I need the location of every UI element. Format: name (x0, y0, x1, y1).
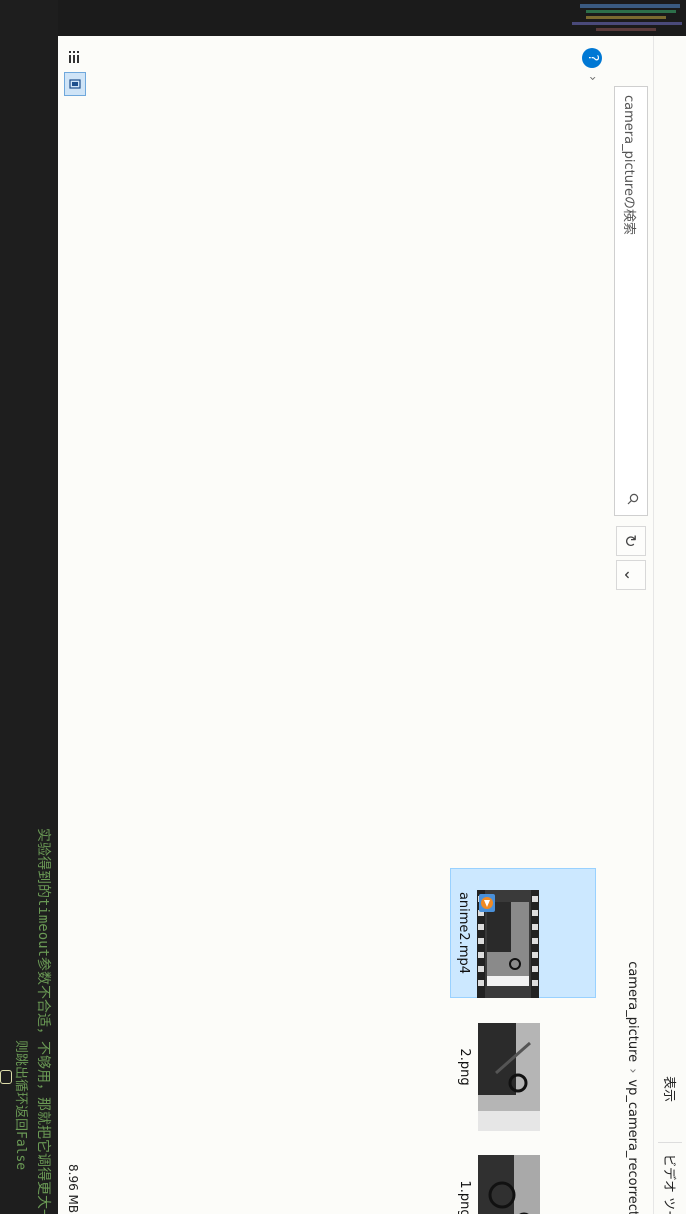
help-icon[interactable]: ? (582, 48, 602, 68)
tab-view[interactable]: 表示 (661, 1076, 680, 1102)
taskbar (0, 0, 686, 36)
selection-size: 8.96 MB (66, 1164, 80, 1214)
code-bracket-icon (0, 1070, 12, 1084)
address-row: ⌄ ↻ camera_pictureの検索 vp_camera_recorrec… (610, 36, 650, 1214)
file-item-anime2[interactable]: anime2.mp4 (450, 868, 596, 998)
ribbon: ビデオ ツール 表示 (653, 36, 686, 1214)
rotated-screen: ビデオ ツール 表示 ⌄ ↻ camera_pictureの検索 vp_came… (0, 0, 686, 1214)
file-name: 2.png (457, 1048, 472, 1086)
refresh-icon: ↻ (621, 534, 641, 548)
file-name: 1.png (457, 1180, 472, 1214)
taskbar-thumbnail-preview (572, 4, 682, 31)
search-icon (627, 493, 639, 505)
ribbon-divider (658, 1142, 682, 1143)
file-item-1-png[interactable]: 1.png (450, 1134, 596, 1214)
large-icons-view-button[interactable] (64, 72, 86, 96)
navigation-pane-edge: ? › (58, 36, 610, 88)
details-view-button[interactable] (64, 46, 84, 68)
file-item-2-png[interactable]: 2.png (450, 1002, 596, 1132)
file-name: anime2.mp4 (456, 891, 471, 975)
code-editor-panel: 实验得到的timeout参数不合适，不够用，那就把它调得更大一点 则跳出循环返回… (0, 0, 58, 1214)
image-thumbnail-icon (478, 1155, 540, 1214)
image-thumbnail-icon (478, 1023, 540, 1131)
search-box[interactable]: camera_pictureの検索 (614, 86, 648, 516)
breadcrumb-item-vp-camera-recorrect[interactable]: vp_camera_recorrect (625, 1079, 640, 1214)
details-view-icon (69, 51, 79, 63)
video-thumbnail-icon (477, 890, 539, 998)
code-comment-line: 实验得到的timeout参数不合适，不够用，那就把它调得更大一点 (35, 828, 51, 1214)
breadcrumb-item-camera-picture[interactable]: camera_picture (625, 961, 640, 1062)
breadcrumb-separator-icon: › (625, 1068, 640, 1074)
chevron-down-icon: ⌄ (621, 568, 641, 582)
expand-chevron-icon[interactable]: › (586, 76, 600, 81)
code-comment-line: 则跳出循环返回False (13, 1040, 28, 1171)
breadcrumb: vp_camera_recorrect › camera_picture (616, 736, 646, 1214)
refresh-button[interactable]: ↻ (616, 526, 646, 556)
file-explorer-window: ビデオ ツール 表示 ⌄ ↻ camera_pictureの検索 vp_came… (58, 36, 686, 1214)
large-icons-view-icon (69, 79, 81, 89)
address-dropdown-button[interactable]: ⌄ (616, 560, 646, 590)
status-bar: 8.96 MB (58, 36, 86, 1214)
search-input[interactable]: camera_pictureの検索 (622, 95, 641, 235)
tab-video-tools[interactable]: ビデオ ツール (661, 1154, 680, 1214)
